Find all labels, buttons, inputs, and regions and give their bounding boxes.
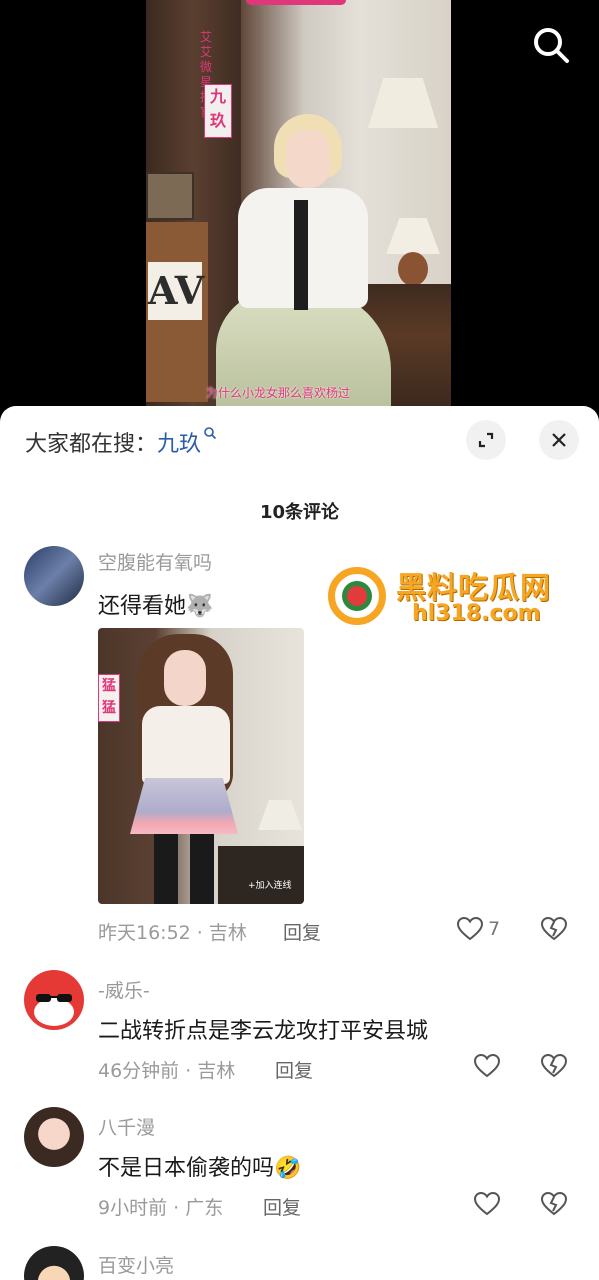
watermark-logo: 黑料吃瓜网 hl318.com: [328, 561, 568, 631]
comment-author[interactable]: 八千漫: [98, 1113, 155, 1140]
close-icon: [552, 433, 566, 447]
comment-meta: 46分钟前 · 吉林: [98, 1060, 236, 1082]
dislike-button[interactable]: [540, 1053, 568, 1083]
watermark-url: hl318.com: [412, 601, 541, 626]
person-tie: [294, 200, 308, 310]
comment-image[interactable]: 猛猛 +加入连线: [98, 628, 304, 904]
reply-button[interactable]: 回复: [263, 1193, 301, 1220]
comment-author[interactable]: 空腹能有氧吗: [98, 548, 212, 575]
like-button[interactable]: [473, 1053, 501, 1079]
lamp: [368, 78, 438, 128]
broken-heart-icon: [540, 1053, 568, 1078]
comment-text: 二战转折点是李云龙攻打平安县城: [98, 1019, 429, 1044]
video-subtitle: 为什么小龙女那么喜欢杨过: [206, 386, 351, 400]
expand-button[interactable]: [466, 420, 506, 460]
like-button[interactable]: 7: [456, 916, 500, 942]
video-frame: AV 艾艾微星推官 九玖 为什么小龙女那么喜欢杨过: [146, 0, 451, 410]
search-icon: [534, 28, 569, 63]
video-name-tag: 九玖: [204, 84, 232, 138]
like-button[interactable]: [473, 1191, 501, 1217]
comment-text: 还得看她🐺: [98, 594, 214, 619]
heart-icon: [456, 916, 484, 941]
comment-text: 不是日本偷袭的吗🤣: [98, 1156, 302, 1181]
video-player[interactable]: AV 艾艾微星推官 九玖 为什么小龙女那么喜欢杨过: [0, 0, 599, 420]
photo-caption: +加入连线: [248, 881, 292, 891]
expand-icon: [478, 432, 494, 448]
photo-name-tag: 猛猛: [98, 674, 120, 722]
broken-heart-icon: [540, 1191, 568, 1216]
avatar[interactable]: [24, 1246, 84, 1280]
comment-meta: 昨天16:52 · 吉林: [98, 922, 247, 944]
broken-heart-icon: [540, 916, 568, 941]
avatar[interactable]: [24, 1107, 84, 1167]
comment-meta: 9小时前 · 广东: [98, 1197, 224, 1219]
trending-search-keyword[interactable]: 九玖: [157, 427, 217, 457]
watermark-icon-core: [347, 586, 367, 606]
reply-button[interactable]: 回复: [275, 1056, 313, 1083]
radio-prop: [146, 172, 194, 220]
keyword-text: 九玖: [157, 432, 202, 457]
like-count: 7: [488, 918, 501, 940]
shelf-sign: AV: [148, 262, 204, 320]
comment-author[interactable]: -威乐-: [98, 976, 150, 1003]
search-icon: [204, 427, 217, 440]
comment-author[interactable]: 百变小亮: [98, 1251, 174, 1278]
person-face: [286, 130, 330, 188]
photo-table: [218, 846, 304, 904]
lamp-base: [398, 252, 428, 286]
avatar-face-icon: [34, 994, 74, 1026]
dislike-button[interactable]: [540, 1191, 568, 1221]
dislike-button[interactable]: [540, 916, 568, 946]
photo-lamp: [258, 800, 302, 830]
avatar[interactable]: [24, 546, 84, 606]
search-button[interactable]: [528, 22, 574, 68]
comment-sheet: 大家都在搜：九玖 10条评论 黑料吃瓜网 hl318.com 空腹能有氧吗 还得…: [0, 406, 599, 1280]
trending-search: 大家都在搜：九玖: [25, 426, 217, 458]
photo-top: [142, 706, 230, 784]
reply-button[interactable]: 回复: [283, 918, 321, 945]
close-button[interactable]: [539, 420, 579, 460]
photo-legs: [154, 834, 214, 904]
lamp-small: [386, 218, 440, 254]
photo-skirt: [130, 778, 238, 834]
avatar[interactable]: [24, 970, 84, 1030]
photo-face: [164, 650, 206, 706]
heart-icon: [473, 1053, 501, 1078]
trending-search-prefix: 大家都在搜：: [25, 432, 158, 457]
comment-count: 10条评论: [259, 502, 340, 523]
top-banner: [246, 0, 346, 5]
heart-icon: [473, 1191, 501, 1216]
